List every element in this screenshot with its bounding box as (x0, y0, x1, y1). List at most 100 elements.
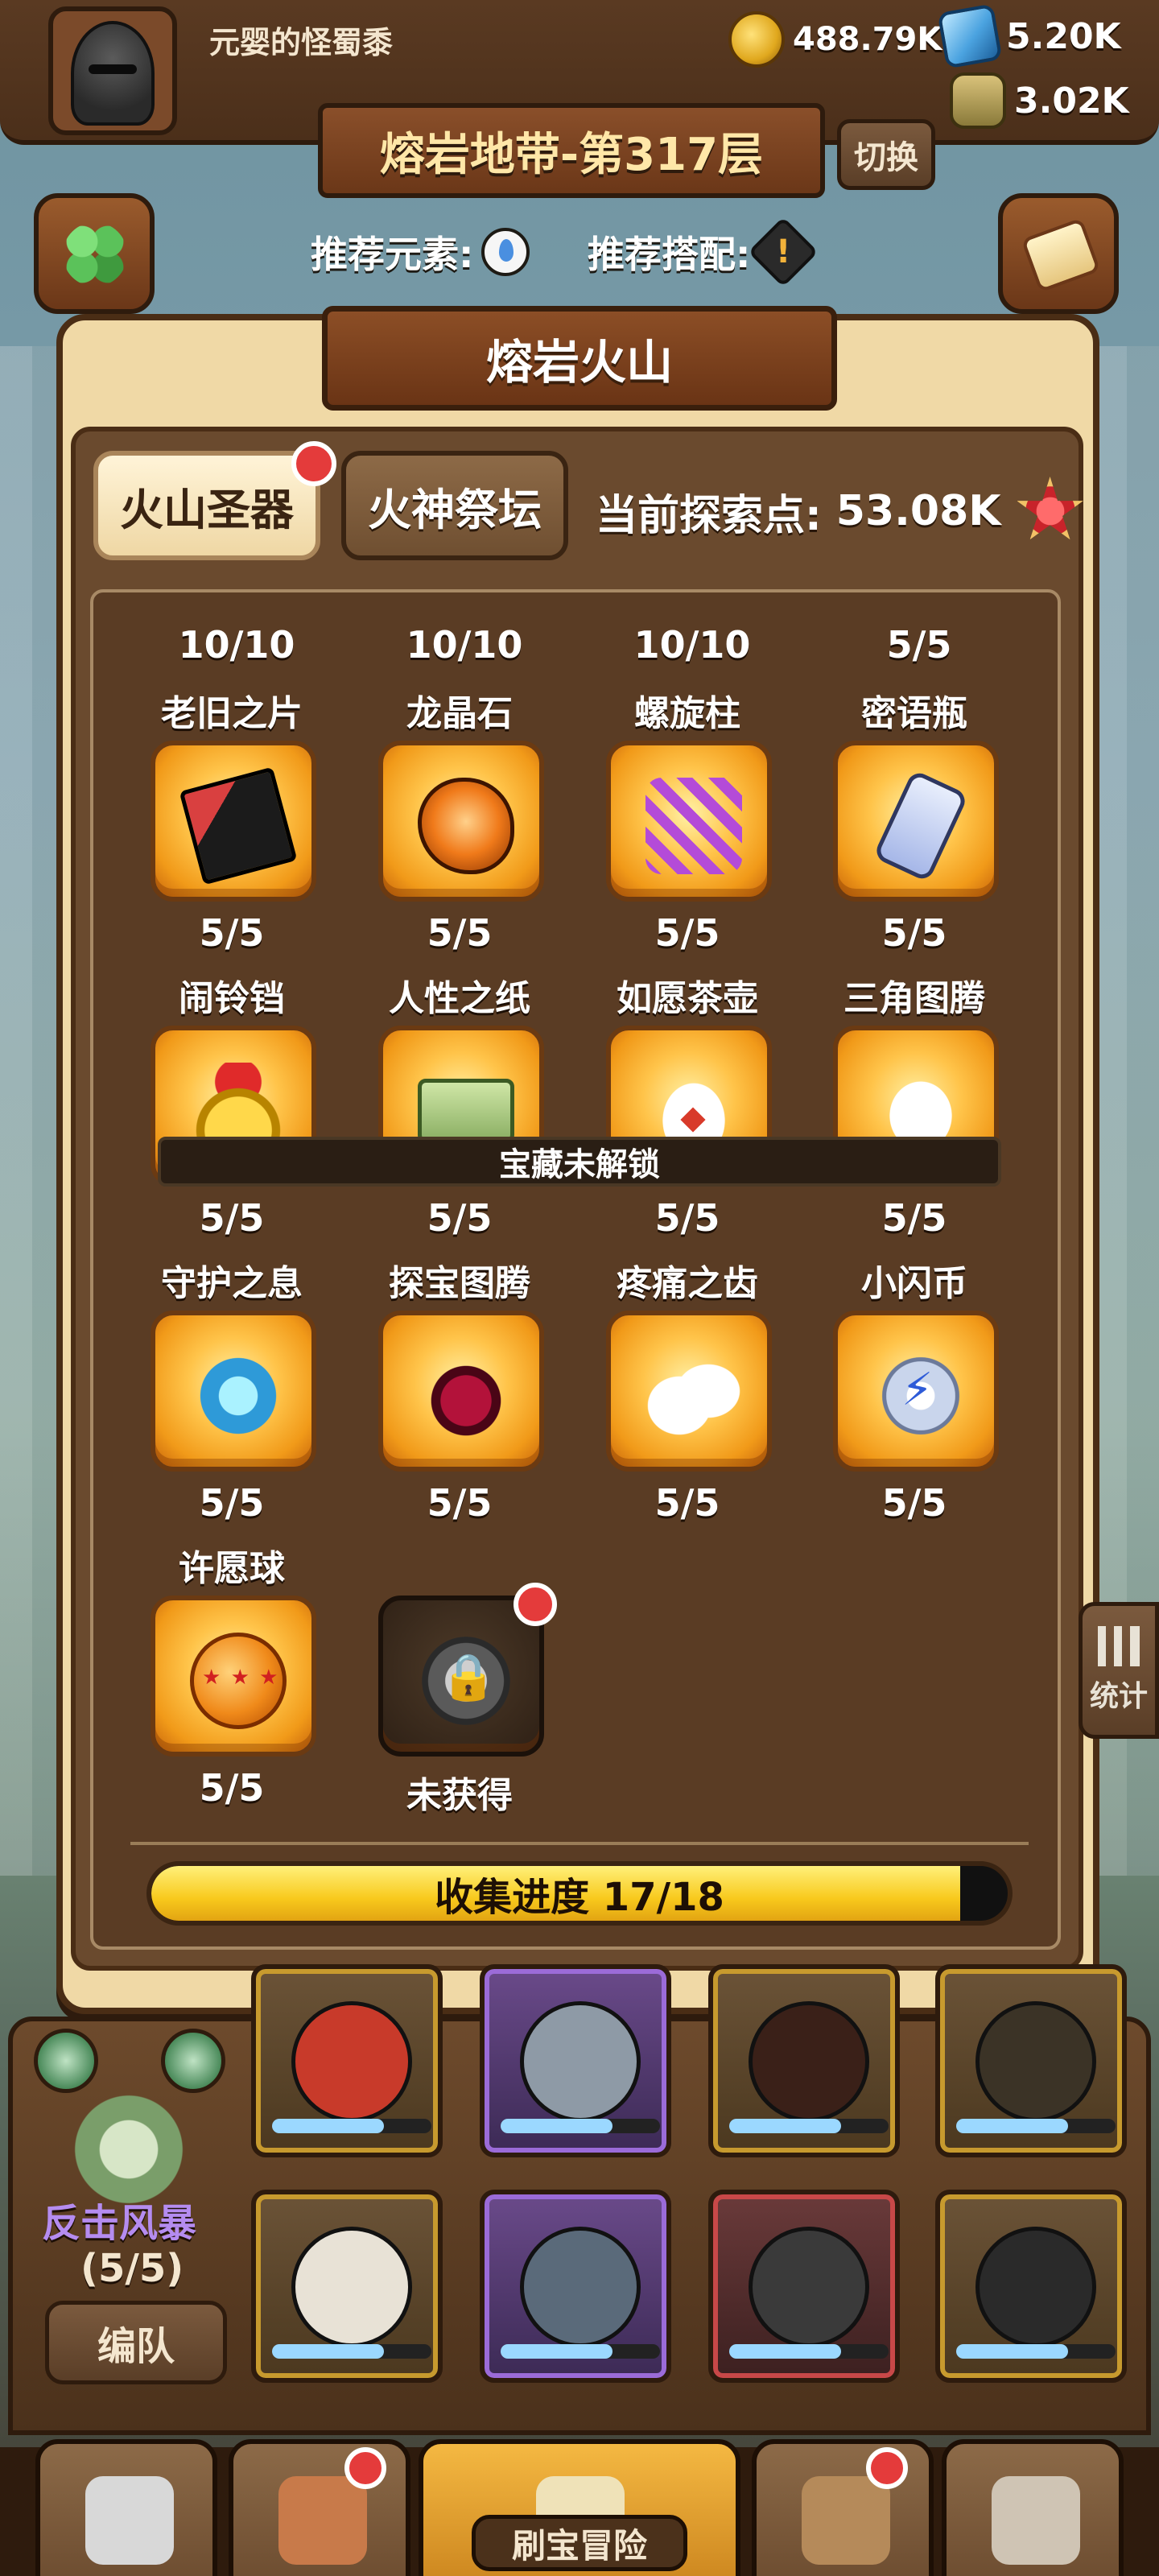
hero-slot[interactable] (480, 1964, 671, 2157)
relic-item[interactable]: 三角图腾 (802, 969, 1027, 1021)
relic-item[interactable]: 许愿球 (119, 1539, 344, 1591)
relic-item[interactable]: 疼痛之齿 (575, 1254, 800, 1306)
recommend-element-label: 推荐元素: (311, 233, 474, 276)
water-drop-icon (481, 228, 530, 276)
relic-card-fragment[interactable] (151, 741, 316, 902)
relic-helix[interactable] (606, 741, 772, 902)
luck-side-button[interactable] (34, 193, 155, 314)
relic-name: 许愿球 (179, 1548, 285, 1589)
nav-forge-button[interactable] (942, 2439, 1124, 2576)
relic-name: 螺旋柱 (634, 693, 740, 734)
card-fragment-icon (179, 766, 298, 886)
hero-bearded-icon (975, 2001, 1096, 2122)
nav-shop-button[interactable] (35, 2439, 217, 2576)
jar-resource: 3.02K (950, 72, 1129, 129)
tab-fire-altar-label: 火神祭坛 (368, 484, 542, 535)
relic-count: 5/5 (199, 1481, 265, 1525)
hero-avatar-icon (278, 2476, 367, 2565)
recommend-element: 推荐元素: (311, 225, 530, 279)
switch-level-button[interactable]: 切换 (837, 119, 935, 190)
team-skill-title: 反击风暴 (42, 2201, 197, 2246)
locked-slot-badge (514, 1583, 557, 1626)
star-gem-icon (1017, 477, 1083, 540)
top-row-count: 10/10 (178, 623, 295, 667)
relic-item[interactable]: 闹铃铛 (119, 969, 344, 1021)
relic-count: 5/5 (199, 1766, 265, 1810)
relic-dragon-crystal[interactable] (378, 741, 544, 902)
relic-count: 5/5 (427, 1481, 493, 1525)
relic-count: 未获得 (406, 1775, 513, 1816)
explore-label: 当前探索点: (596, 491, 822, 540)
relic-name: 小闪币 (861, 1263, 967, 1304)
relic-shield-flame[interactable] (151, 1311, 316, 1472)
player-avatar[interactable] (48, 6, 177, 135)
knight-helmet-icon (71, 21, 155, 126)
backpack-icon (802, 2476, 890, 2565)
stats-side-button[interactable]: 统计 (1079, 1602, 1159, 1739)
relic-bottle[interactable] (833, 741, 999, 902)
explore-points: 当前探索点: 53.08K (596, 477, 1085, 546)
shield-flame-icon (190, 1348, 287, 1444)
hero-slot[interactable] (708, 1964, 900, 2157)
hero-slot[interactable] (708, 2190, 900, 2383)
jar-value: 3.02K (1014, 80, 1129, 122)
gold-coin-icon (728, 11, 785, 68)
relic-item[interactable]: 人性之纸 (347, 969, 572, 1021)
level-title: 熔岩地带-第317层 (379, 128, 764, 181)
gold-value: 488.79K (793, 21, 942, 58)
jar-icon (950, 72, 1006, 129)
treasure-locked-banner: 宝藏未解锁 (158, 1137, 1001, 1187)
relic-item[interactable]: 老旧之片 (119, 684, 344, 736)
treasure-locked-text: 宝藏未解锁 (499, 1146, 660, 1183)
scroll-side-button[interactable] (998, 193, 1119, 314)
relic-bomb-orb[interactable] (378, 1311, 544, 1472)
hero-slot[interactable] (251, 2190, 443, 2383)
tab-fire-altar[interactable]: 火神祭坛 (341, 451, 568, 560)
team-skill-progress: (5/5) (80, 2246, 184, 2291)
relic-item[interactable]: 龙晶石 (347, 684, 572, 736)
edit-team-button[interactable]: 编队 (45, 2301, 227, 2384)
relic-count: 5/5 (654, 1196, 720, 1240)
relic-name: 老旧之片 (161, 693, 303, 734)
bottle-icon (872, 769, 969, 883)
tab-notification-badge (291, 441, 336, 486)
relic-wish-ball[interactable] (151, 1596, 316, 1757)
hero-slot[interactable] (480, 2190, 671, 2383)
relic-count: 5/5 (881, 911, 947, 955)
hero-slot[interactable] (935, 2190, 1127, 2383)
tab-volcano-relics[interactable]: 火山圣器 (93, 451, 320, 560)
lightning-coin-icon (872, 1348, 969, 1444)
nav-heroes-badge (344, 2447, 386, 2489)
relic-name: 龙晶石 (406, 693, 513, 734)
relic-lightning-coin[interactable] (833, 1311, 999, 1472)
hero-slot[interactable] (251, 1964, 443, 2157)
relic-count: 5/5 (654, 1481, 720, 1525)
relic-item[interactable]: 螺旋柱 (575, 684, 800, 736)
hero-ice-crown-icon (520, 2227, 641, 2347)
relic-item[interactable]: 如愿茶壶 (575, 969, 800, 1021)
relic-item[interactable]: 探宝图腾 (347, 1254, 572, 1306)
hero-king-icon (291, 2227, 412, 2347)
collection-progress-bar: 收集进度 17/18 (146, 1861, 1013, 1926)
relic-fang[interactable] (606, 1311, 772, 1472)
bar-chart-icon (1098, 1626, 1140, 1666)
relic-name: 守护之息 (161, 1263, 303, 1304)
hammer-icon (992, 2476, 1080, 2565)
gem-value: 5.20K (1006, 15, 1121, 57)
relic-item[interactable]: 小闪币 (802, 1254, 1027, 1306)
warning-icon[interactable]: ! (748, 217, 819, 287)
relic-name: 疼痛之齿 (617, 1263, 758, 1304)
gem-icon (937, 3, 1003, 69)
relic-item[interactable]: 密语瓶 (802, 684, 1027, 736)
scroll-icon (1021, 217, 1101, 293)
clover-icon (63, 222, 127, 287)
relic-count: 5/5 (199, 911, 265, 955)
relic-item[interactable]: 守护之息 (119, 1254, 344, 1306)
explore-value: 53.08K (835, 487, 1001, 535)
relic-count: 5/5 (881, 1481, 947, 1525)
dialog-title-banner: 熔岩火山 (322, 306, 837, 411)
tab-volcano-relics-label: 火山圣器 (120, 484, 294, 535)
top-row-count: 10/10 (633, 623, 751, 667)
relic-count: 5/5 (427, 1196, 493, 1240)
hero-slot[interactable] (935, 1964, 1127, 2157)
